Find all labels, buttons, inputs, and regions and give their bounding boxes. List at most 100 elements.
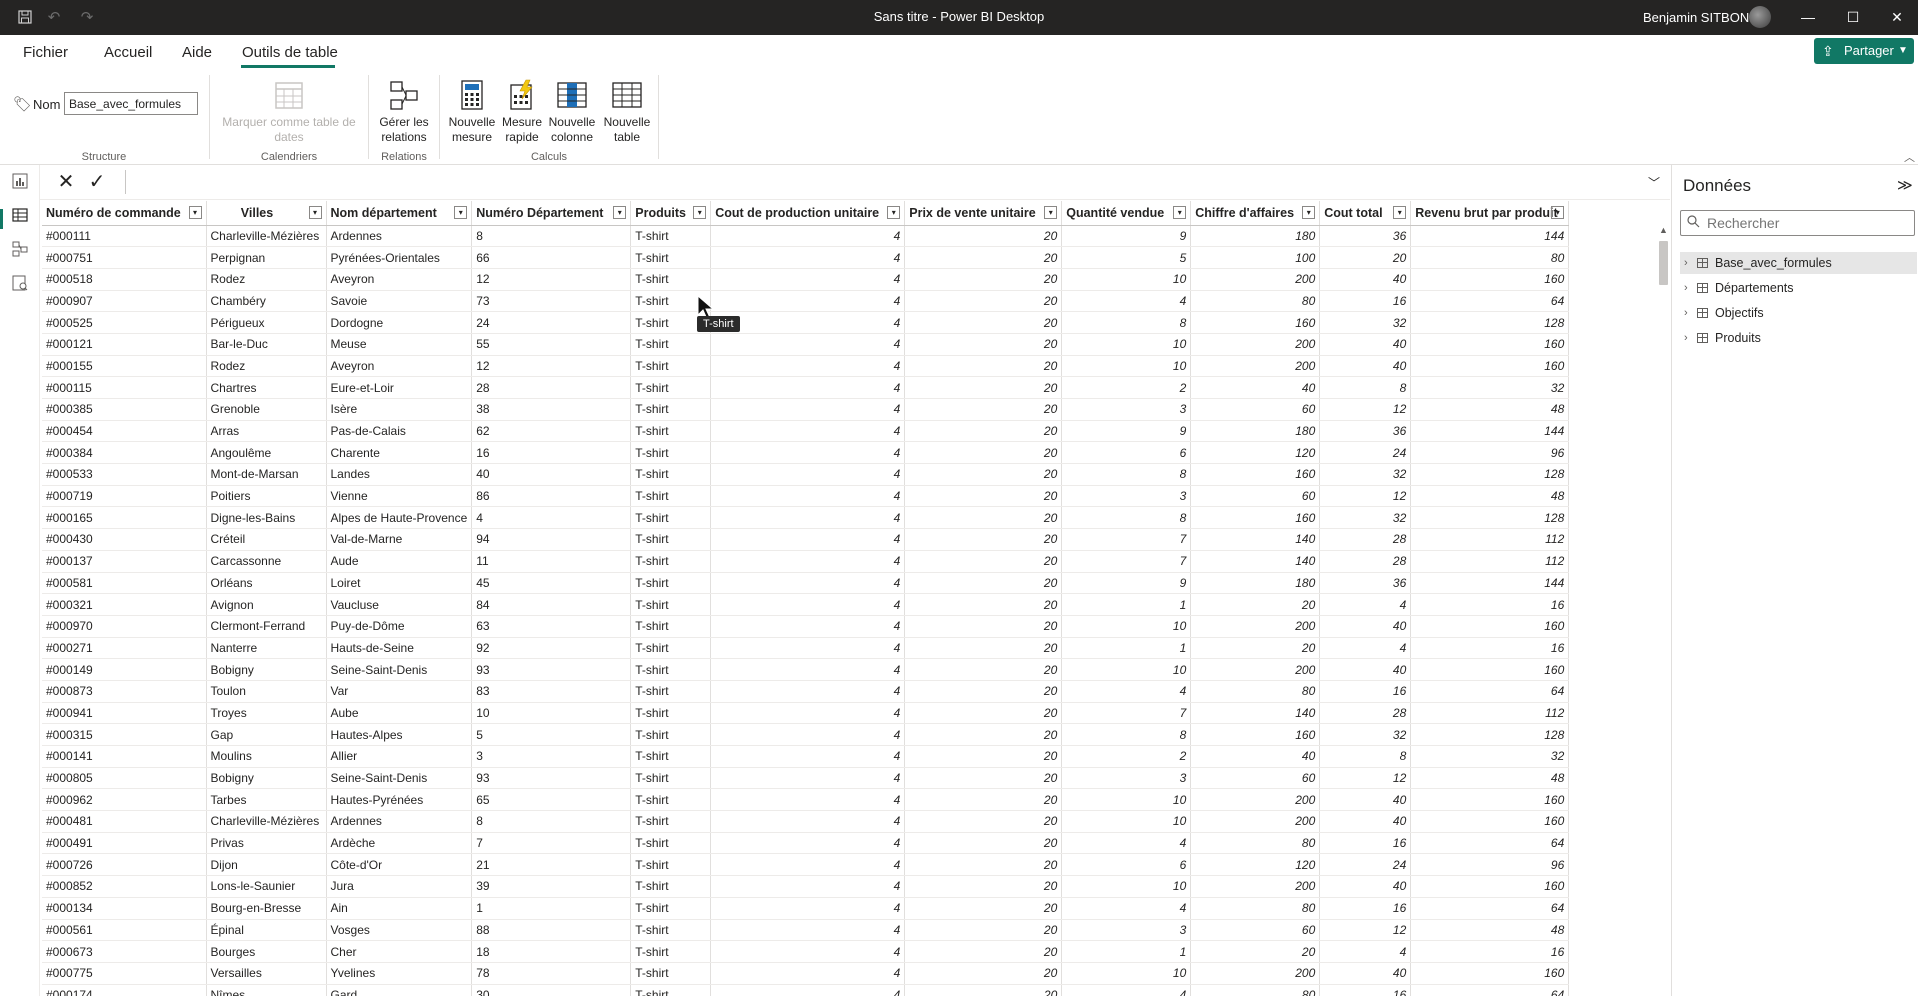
table-cell[interactable]: #000805 bbox=[42, 767, 207, 790]
new-table-button[interactable]: Nouvelle table bbox=[599, 79, 655, 145]
table-cell[interactable]: 160 bbox=[1410, 658, 1570, 681]
table-cell[interactable]: 140 bbox=[1190, 528, 1321, 551]
table-cell[interactable]: 20 bbox=[904, 984, 1063, 996]
table-cell[interactable]: T-shirt bbox=[630, 745, 712, 768]
table-cell[interactable]: 28 bbox=[1319, 528, 1412, 551]
table-cell[interactable]: 20 bbox=[904, 875, 1063, 898]
table-cell[interactable]: 100 bbox=[1190, 246, 1321, 269]
table-cell[interactable]: 40 bbox=[471, 463, 632, 486]
table-cell[interactable]: 3 bbox=[1061, 398, 1192, 421]
table-cell[interactable]: 20 bbox=[904, 788, 1063, 812]
table-cell[interactable]: 3 bbox=[471, 745, 632, 768]
table-cell[interactable]: 4 bbox=[710, 290, 906, 313]
table-cell[interactable]: 120 bbox=[1190, 441, 1321, 465]
table-cell[interactable]: 4 bbox=[710, 680, 906, 703]
table-cell[interactable]: 4 bbox=[710, 311, 906, 334]
table-row[interactable]: #000491 Privas Ardèche 7 T-shirt 4 20 4 80 16 64 bbox=[42, 832, 1570, 855]
filter-dropdown-icon[interactable]: ▾ bbox=[188, 206, 202, 219]
table-row[interactable]: #000525 Périgueux Dordogne 24 T-shirt 4 20 8 160… bbox=[42, 311, 1570, 334]
table-cell[interactable]: T-shirt bbox=[630, 246, 712, 269]
table-cell[interactable]: 20 bbox=[904, 745, 1063, 768]
table-cell[interactable]: 20 bbox=[904, 246, 1063, 269]
table-row[interactable]: #000137 Carcassonne Aude 11 T-shirt 4 20 7 140 28… bbox=[42, 550, 1570, 573]
table-cell[interactable]: Dijon bbox=[206, 853, 327, 877]
table-cell[interactable]: 112 bbox=[1410, 550, 1570, 573]
table-cell[interactable]: T-shirt bbox=[630, 506, 712, 530]
table-cell[interactable]: 128 bbox=[1410, 463, 1570, 486]
table-row[interactable]: #000430 Créteil Val-de-Marne 94 T-shirt 4 20 7 1… bbox=[42, 528, 1570, 551]
table-cell[interactable]: Gap bbox=[206, 723, 327, 746]
table-cell[interactable]: 48 bbox=[1410, 767, 1570, 790]
table-cell[interactable]: Mont-de-Marsan bbox=[206, 463, 327, 486]
table-cell[interactable]: Seine-Saint-Denis bbox=[326, 658, 473, 681]
table-cell[interactable]: 200 bbox=[1190, 788, 1321, 812]
table-cell[interactable]: Vienne bbox=[326, 485, 473, 508]
table-cell[interactable]: 20 bbox=[904, 853, 1063, 877]
table-cell[interactable]: Hautes-Alpes bbox=[326, 723, 473, 746]
table-cell[interactable]: 1 bbox=[1061, 637, 1192, 660]
column-header[interactable]: Cout de production unitaire ▾ bbox=[710, 201, 906, 226]
table-cell[interactable]: 8 bbox=[1061, 463, 1192, 486]
table-cell[interactable]: #000873 bbox=[42, 680, 207, 703]
table-cell[interactable]: 4 bbox=[710, 420, 906, 443]
table-cell[interactable]: Cher bbox=[326, 940, 473, 963]
table-cell[interactable]: T-shirt bbox=[630, 441, 712, 465]
table-cell[interactable]: 128 bbox=[1410, 311, 1570, 334]
table-cell[interactable]: 20 bbox=[1319, 246, 1412, 269]
table-cell[interactable]: 10 bbox=[1061, 810, 1192, 833]
table-cell[interactable]: 40 bbox=[1319, 268, 1412, 291]
table-cell[interactable]: 40 bbox=[1319, 333, 1412, 356]
table-cell[interactable]: 28 bbox=[471, 376, 632, 399]
table-cell[interactable]: 10 bbox=[1061, 962, 1192, 985]
table-cell[interactable]: 10 bbox=[471, 702, 632, 725]
table-cell[interactable]: #000751 bbox=[42, 246, 207, 269]
table-row[interactable]: #000962 Tarbes Hautes-Pyrénées 65 T-shirt 4 20… bbox=[42, 788, 1570, 812]
table-cell[interactable]: #000430 bbox=[42, 528, 207, 551]
table-row[interactable]: #000121 Bar-le-Duc Meuse 55 T-shirt 4 20 10 200 4… bbox=[42, 333, 1570, 356]
table-cell[interactable]: 3 bbox=[1061, 485, 1192, 508]
table-cell[interactable]: 12 bbox=[471, 355, 632, 378]
table-cell[interactable]: Pyrénées-Orientales bbox=[326, 246, 473, 269]
table-cell[interactable]: 140 bbox=[1190, 702, 1321, 725]
table-cell[interactable]: 20 bbox=[904, 398, 1063, 421]
table-cell[interactable]: Nîmes bbox=[206, 984, 327, 996]
table-cell[interactable]: 80 bbox=[1190, 897, 1321, 920]
table-cell[interactable]: 4 bbox=[710, 962, 906, 985]
table-cell[interactable]: 10 bbox=[1061, 615, 1192, 638]
table-cell[interactable]: 40 bbox=[1319, 962, 1412, 985]
avatar[interactable] bbox=[1749, 6, 1771, 28]
table-cell[interactable]: 140 bbox=[1190, 550, 1321, 573]
table-row[interactable]: #000533 Mont-de-Marsan Landes 40 T-shirt 4 20 8… bbox=[42, 463, 1570, 486]
table-cell[interactable]: #000321 bbox=[42, 593, 207, 616]
table-cell[interactable]: 94 bbox=[471, 528, 632, 551]
table-cell[interactable]: 4 bbox=[710, 225, 906, 248]
table-cell[interactable]: #000271 bbox=[42, 637, 207, 660]
table-cell[interactable]: 180 bbox=[1190, 420, 1321, 443]
table-cell[interactable]: T-shirt bbox=[630, 637, 712, 660]
table-cell[interactable]: Var bbox=[326, 680, 473, 703]
table-cell[interactable]: 4 bbox=[710, 593, 906, 616]
table-cell[interactable]: 20 bbox=[904, 767, 1063, 790]
table-cell[interactable]: T-shirt bbox=[630, 420, 712, 443]
table-cell[interactable]: 20 bbox=[904, 832, 1063, 855]
table-cell[interactable]: 64 bbox=[1410, 290, 1570, 313]
table-cell[interactable]: 20 bbox=[904, 940, 1063, 963]
table-cell[interactable]: 200 bbox=[1190, 615, 1321, 638]
table-cell[interactable]: T-shirt bbox=[630, 875, 712, 898]
table-cell[interactable]: T-shirt bbox=[630, 355, 712, 378]
table-cell[interactable]: 200 bbox=[1190, 962, 1321, 985]
table-cell[interactable]: 20 bbox=[904, 333, 1063, 356]
table-cell[interactable]: 10 bbox=[1061, 788, 1192, 812]
table-cell[interactable]: Chartres bbox=[206, 376, 327, 399]
table-cell[interactable]: Isère bbox=[326, 398, 473, 421]
table-cell[interactable]: 21 bbox=[471, 853, 632, 877]
table-cell[interactable]: Tarbes bbox=[206, 788, 327, 812]
table-cell[interactable]: 144 bbox=[1410, 420, 1570, 443]
table-row[interactable]: #000719 Poitiers Vienne 86 T-shirt 4 20 3 60 12 48 bbox=[42, 485, 1570, 508]
table-cell[interactable]: 4 bbox=[710, 788, 906, 812]
table-cell[interactable]: 84 bbox=[471, 593, 632, 616]
column-header[interactable]: Chiffre d'affaires ▾ bbox=[1190, 201, 1321, 226]
table-cell[interactable]: 5 bbox=[471, 723, 632, 746]
column-header[interactable]: Produits ▾ bbox=[630, 201, 712, 226]
table-cell[interactable]: 3 bbox=[1061, 767, 1192, 790]
